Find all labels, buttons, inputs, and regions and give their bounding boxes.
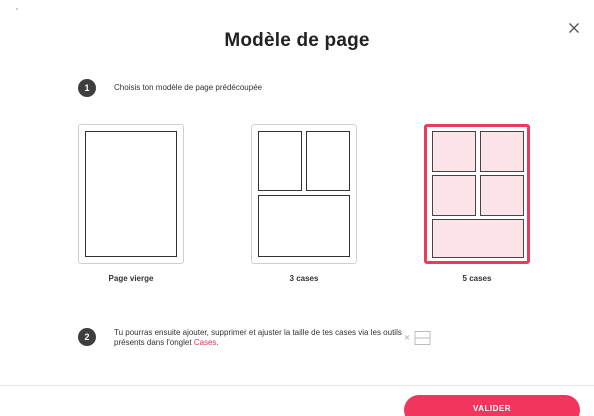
template-frame [78,124,184,264]
step-2-badge: 2 [78,328,96,346]
page-cell [432,219,524,258]
page-cell [85,131,177,257]
cases-tool-icon [404,330,432,346]
page-template-dialog: Modèle de page 1 Choisis ton modèle de p… [0,0,594,416]
validate-button[interactable]: VALIDER [404,395,580,416]
close-icon[interactable] [566,20,582,36]
step-2-text: Tu pourras ensuite ajouter, supprimer et… [114,328,404,348]
page-cell [480,175,524,216]
page-cell [432,175,476,216]
footer-divider [0,385,594,386]
template-frame [424,124,530,264]
template-label-blank-page: Page vierge [108,274,154,283]
template-option-3-cases[interactable] [251,124,357,264]
template-option-5-cases[interactable] [424,124,530,264]
template-label-3-cases: 3 cases [289,274,319,283]
dialog-title: Modèle de page [224,30,370,51]
page-cell [258,195,350,257]
page-cell [432,131,476,172]
step-1-text: Choisis ton modèle de page prédécoupée [114,83,263,92]
step-2-text-end: . [216,338,219,347]
page-cell [306,131,350,191]
page-cell [480,131,524,172]
step-2: 2 Tu pourras ensuite ajouter, supprimer … [78,328,404,348]
template-label-5-cases: 5 cases [462,274,492,283]
page-cell [258,131,302,191]
step-2-text-body: Tu pourras ensuite ajouter, supprimer et… [114,328,402,347]
step-1-badge: 1 [78,79,96,97]
template-option-blank-page[interactable] [78,124,184,264]
decorative-dot [16,8,18,10]
step-1: 1 Choisis ton modèle de page prédécoupée [78,79,262,97]
template-frame [251,124,357,264]
cases-tab-link[interactable]: Cases [194,338,217,347]
